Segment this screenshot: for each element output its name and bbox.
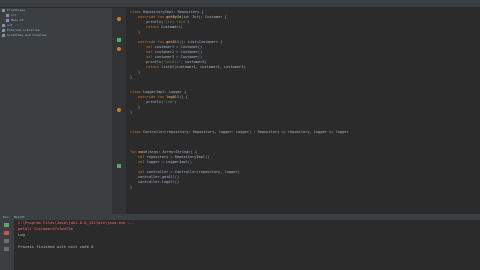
override-icon[interactable] <box>117 17 121 21</box>
code-token: return <box>146 65 162 69</box>
code-token: } <box>138 30 141 34</box>
code-token: val <box>138 155 147 159</box>
code-token: (id: Int): Customer { <box>181 15 227 19</box>
scroll-icon[interactable] <box>4 239 9 243</box>
code-token: "getAll" <box>163 60 181 64</box>
code-token: } <box>130 75 133 79</box>
code-token: val <box>138 160 147 164</box>
code-token: listOf(customer1, customer2, customer3) <box>161 65 246 69</box>
code-token: logAll <box>166 95 180 99</box>
override-icon[interactable] <box>117 108 121 112</box>
code-line[interactable]: println("Log") <box>146 100 176 105</box>
editor-gutter <box>113 8 126 214</box>
code-token: logger <box>335 130 349 134</box>
override-icon[interactable] <box>117 47 121 51</box>
project-tree-label: Main.kt <box>11 18 24 22</box>
code-token: val <box>146 50 155 54</box>
code-token: Controller(repository: Repository, logge… <box>142 130 282 134</box>
code-token: val <box>146 45 155 49</box>
run-console[interactable]: C:\Program Files\Java\jdk1.8.0_131\bin\j… <box>18 220 478 270</box>
code-token: override fun <box>138 15 167 19</box>
run-config-label[interactable]: MainKt <box>14 215 25 219</box>
code-token: getById <box>166 15 182 19</box>
code-token: class <box>130 10 143 14</box>
folder-icon <box>2 29 5 32</box>
folder-icon <box>2 24 5 27</box>
code-token: controller.getAll() <box>138 175 180 179</box>
code-token: logger = LoggerImpl() <box>146 160 193 164</box>
code-line[interactable]: } <box>138 70 140 75</box>
code-line[interactable]: return listOf(customer1, customer2, cust… <box>146 65 246 70</box>
code-token: println( <box>146 60 164 64</box>
run-toolbar <box>0 220 14 270</box>
run-icon[interactable] <box>117 164 121 168</box>
folder-icon <box>6 14 9 17</box>
rerun-icon[interactable] <box>4 223 9 227</box>
code-line[interactable]: } <box>138 30 140 35</box>
code-token: ) <box>187 20 190 24</box>
code-token: customer3 = Customer() <box>154 55 203 59</box>
code-token: "Log" <box>163 100 175 104</box>
run-tab-label[interactable]: Run: <box>3 215 10 219</box>
print-icon[interactable] <box>4 247 9 251</box>
code-token: override fun <box>138 40 167 44</box>
code-line[interactable]: return Customer() <box>146 25 183 30</box>
folder-icon <box>6 19 9 22</box>
code-token: controller = Controller(repository, logg… <box>146 170 240 174</box>
code-line[interactable]: val logger = LoggerImpl() <box>138 160 192 165</box>
code-token: fun <box>130 150 139 154</box>
code-token: (args: Array<String>) { <box>147 150 198 154</box>
code-token: LoggerImpl: Logger { <box>142 90 187 94</box>
code-token: () { <box>179 95 188 99</box>
code-token: repository = RepositoryImpl() <box>146 155 210 159</box>
run-icon[interactable] <box>117 38 121 42</box>
code-token: } <box>130 185 133 189</box>
code-token: val <box>138 170 147 174</box>
folder-icon <box>2 34 5 37</box>
project-panel: FirstClass src Main.kt out External Librarie… <box>0 8 113 214</box>
code-token: "[id] \$id" <box>163 20 188 24</box>
code-line[interactable]: controller.logAll() <box>138 180 179 185</box>
code-token: class <box>130 130 143 134</box>
code-line[interactable]: } <box>130 75 132 80</box>
code-line[interactable]: } <box>138 105 140 110</box>
code-token: } <box>138 70 141 74</box>
code-line[interactable]: } <box>130 185 132 190</box>
project-tree-item[interactable]: Scratches and Consoles <box>0 33 112 38</box>
code-token: getAll <box>166 40 180 44</box>
code-line[interactable]: } <box>130 110 132 115</box>
code-token: return <box>146 25 162 29</box>
code-token: println( <box>146 20 164 24</box>
code-token: controller.logAll() <box>138 180 180 184</box>
code-line[interactable]: class Controller(repository: Repository,… <box>130 130 349 135</box>
code-token: RepositoryImpl: Repository { <box>142 10 204 14</box>
code-token: class <box>130 90 143 94</box>
code-token: override fun <box>138 95 167 99</box>
code-token: customer1 = Customer() <box>154 45 203 49</box>
code-token: customer2 = Customer() <box>154 50 203 54</box>
code-token: main <box>138 150 148 154</box>
folder-icon <box>2 9 5 12</box>
code-token: ) <box>174 100 177 104</box>
code-token: (): List<Customer> { <box>179 40 223 44</box>
stop-icon[interactable] <box>4 231 9 235</box>
code-token: Customer() <box>161 25 183 29</box>
code-token: repository, Logger <box>287 130 330 134</box>
code-token: } <box>130 110 133 114</box>
project-tree-label: Scratches and Consoles <box>7 33 47 37</box>
console-line: Process finished with exit code 0 <box>18 244 94 249</box>
code-token: } <box>138 105 141 109</box>
code-token: println( <box>146 100 164 104</box>
code-token: val <box>146 55 155 59</box>
title-bar <box>0 0 480 8</box>
code-editor[interactable]: class RepositoryImpl: Repository {overri… <box>126 8 480 214</box>
code-token: , customer3) <box>180 60 207 64</box>
